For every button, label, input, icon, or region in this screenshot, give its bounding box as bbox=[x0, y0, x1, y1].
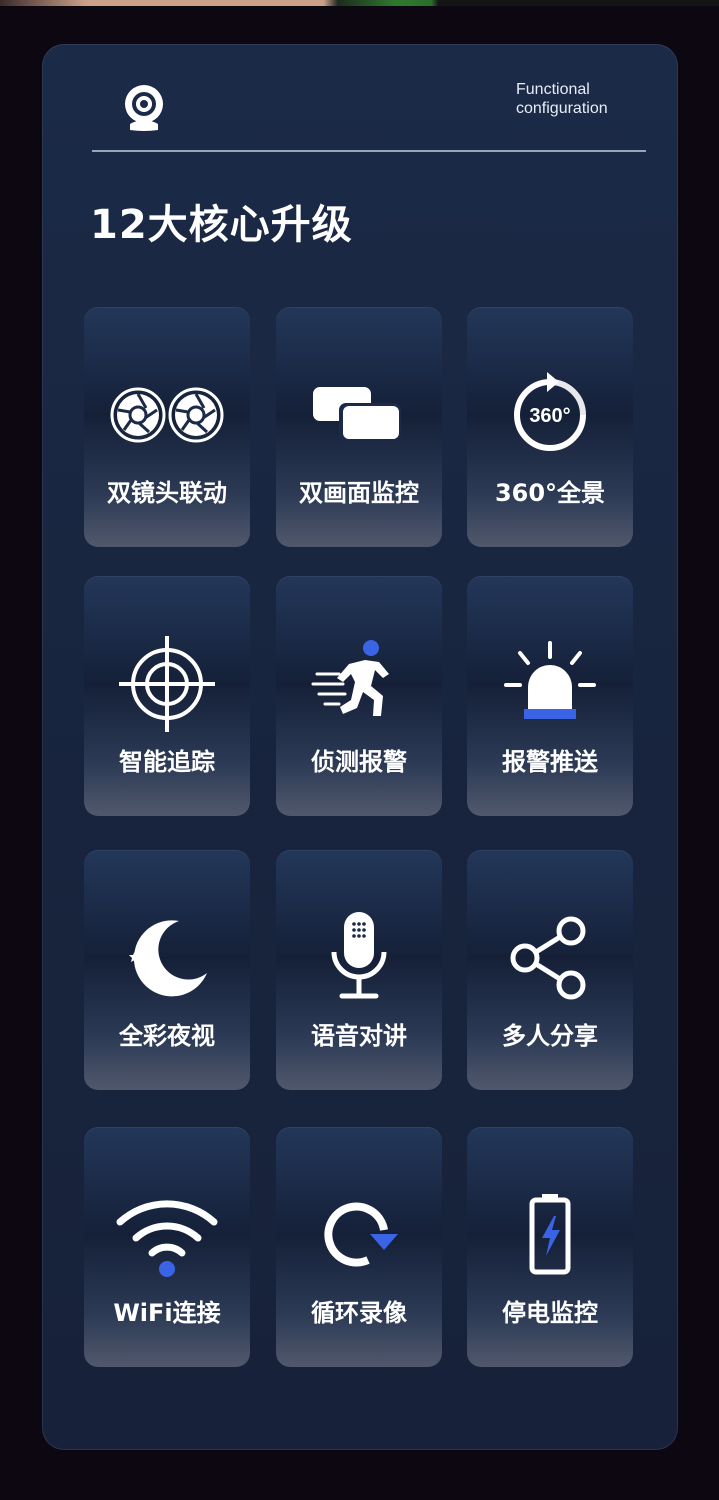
feature-tile-night-vision: 全彩夜视 bbox=[84, 850, 250, 1090]
feature-label: 语音对讲 bbox=[311, 1022, 407, 1050]
running-person-icon bbox=[311, 640, 389, 716]
feature-tile-detection: 侦测报警 bbox=[276, 576, 442, 816]
feature-label: 循环录像 bbox=[311, 1299, 407, 1327]
moon-stars-icon bbox=[129, 920, 207, 997]
feature-tile-dual-screen: 双画面监控 bbox=[276, 307, 442, 547]
feature-label: 多人分享 bbox=[502, 1022, 598, 1050]
feature-tile-tracking: 智能追踪 bbox=[84, 576, 250, 816]
feature-tile-loop-record: 循环录像 bbox=[276, 1127, 442, 1367]
feature-tile-alarm-push: 报警推送 bbox=[467, 576, 633, 816]
alarm-light-icon bbox=[504, 641, 596, 719]
feature-tile-voice-intercom: 语音对讲 bbox=[276, 850, 442, 1090]
panorama-360-icon: 360° bbox=[514, 372, 586, 451]
header-text-line2: configuration bbox=[516, 100, 608, 117]
feature-panel: Functional configuration 12大核心升级 双镜头联动 双… bbox=[42, 44, 678, 1450]
feature-label: 停电监控 bbox=[502, 1299, 598, 1327]
feature-label: 智能追踪 bbox=[119, 748, 215, 776]
feature-tile-share: 多人分享 bbox=[467, 850, 633, 1090]
top-photo-strip bbox=[0, 0, 719, 6]
feature-label: 报警推送 bbox=[502, 748, 598, 776]
battery-icon bbox=[529, 1194, 571, 1275]
feature-label: 侦测报警 bbox=[311, 748, 407, 776]
feature-tile-wifi: WiFi连接 bbox=[84, 1127, 250, 1367]
panel-header: Functional configuration bbox=[92, 80, 646, 152]
header-divider bbox=[92, 150, 646, 152]
header-text-line1: Functional bbox=[516, 81, 590, 98]
microphone-icon bbox=[331, 912, 387, 999]
page-title: 12大核心升级 bbox=[90, 202, 353, 248]
wifi-icon bbox=[116, 1200, 218, 1277]
feature-tile-dual-lens: 双镜头联动 bbox=[84, 307, 250, 547]
feature-label: 双画面监控 bbox=[299, 479, 419, 507]
feature-label: 双镜头联动 bbox=[107, 479, 227, 507]
feature-tile-power-outage: 停电监控 bbox=[467, 1127, 633, 1367]
feature-label: WiFi连接 bbox=[113, 1299, 221, 1327]
loop-record-icon bbox=[324, 1202, 398, 1267]
share-icon bbox=[510, 916, 586, 1000]
webcam-icon bbox=[125, 85, 163, 131]
dual-screen-icon bbox=[313, 387, 401, 441]
feature-tile-360: 360° 360°全景 bbox=[467, 307, 633, 547]
dual-lens-icon bbox=[110, 387, 224, 443]
crosshair-icon bbox=[119, 636, 215, 732]
feature-label: 360°全景 bbox=[494, 479, 606, 507]
panorama-badge-text: 360° bbox=[529, 405, 570, 427]
functional-configuration-label: Functional configuration bbox=[516, 80, 646, 118]
feature-label: 全彩夜视 bbox=[119, 1022, 215, 1050]
